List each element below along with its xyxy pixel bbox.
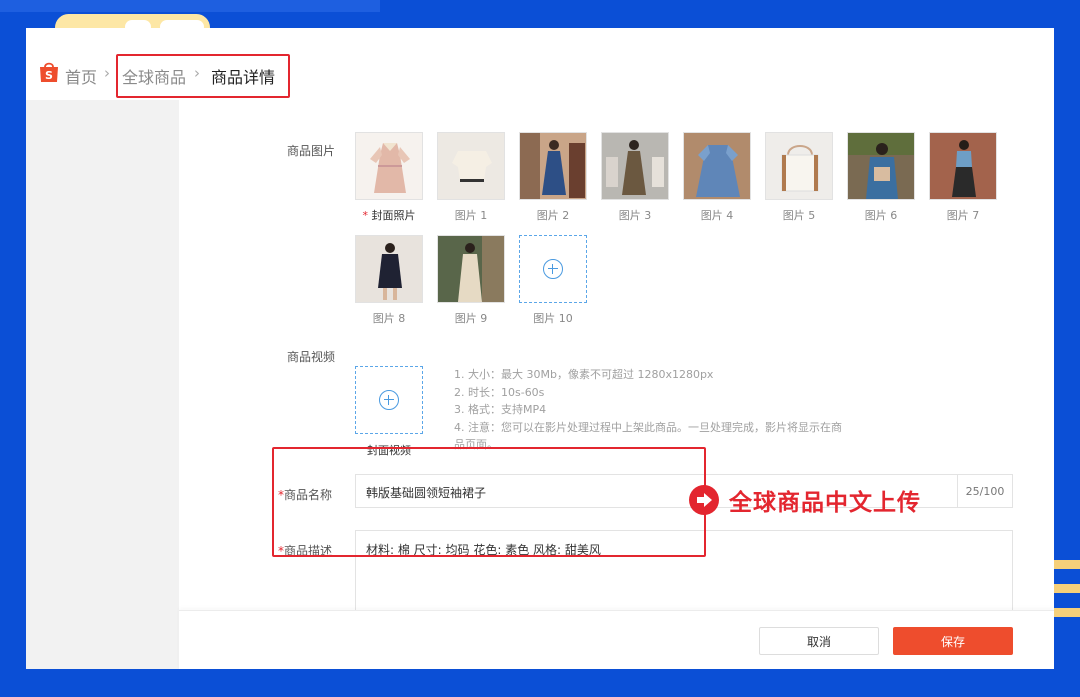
sidebar [26, 100, 179, 669]
cancel-button[interactable]: 取消 [759, 627, 879, 655]
footer-bar: 取消 保存 [179, 610, 1054, 669]
image-caption: 图片 4 [700, 209, 734, 222]
image-caption: 图片 5 [782, 209, 816, 222]
breadcrumb: S 首页 › 全球商品 › 商品详情 [26, 28, 1054, 100]
images-label: 商品图片 [287, 144, 336, 158]
product-image-cover[interactable] [355, 132, 423, 200]
plus-circle-icon [543, 259, 563, 279]
image-caption: 图片 9 [454, 312, 488, 325]
dress-photo-icon [356, 133, 422, 199]
highlight-box [116, 54, 290, 98]
plus-circle-icon [379, 390, 399, 410]
image-caption-text: 封面照片 [371, 209, 416, 222]
add-video-button[interactable] [355, 366, 423, 434]
required-mark: * [362, 209, 369, 222]
video-label: 商品视频 [287, 350, 336, 364]
model-photo-icon [602, 133, 668, 199]
product-image-7[interactable] [929, 132, 997, 200]
save-button[interactable]: 保存 [893, 627, 1013, 655]
product-image-3[interactable] [601, 132, 669, 200]
model-photo-icon [848, 133, 914, 199]
video-note-line: 4. 注意：您可以在影片处理过程中上架此商品。一旦处理完成，影片将显示在商 [454, 420, 842, 434]
model-photo-icon [356, 236, 422, 302]
video-note-line: 3. 格式：支持MP4 [454, 403, 547, 416]
decorative-stripe [1052, 584, 1080, 593]
chevron-right-icon: › [104, 64, 110, 82]
blouse-photo-icon [438, 133, 504, 199]
model-photo-icon [438, 236, 504, 302]
image-caption: 图片 2 [536, 209, 570, 222]
image-caption: 图片 6 [864, 209, 898, 222]
app-window: S 首页 › 全球商品 › 商品详情 商品图片 * 封面照片 图片 1 图片 2… [26, 28, 1054, 669]
product-image-1[interactable] [437, 132, 505, 200]
video-note-line: 2. 时长：10s-60s [454, 385, 545, 399]
highlight-box [272, 447, 706, 557]
product-image-6[interactable] [847, 132, 915, 200]
decorative-stripe [1052, 560, 1080, 569]
image-caption: 图片 1 [454, 209, 488, 222]
product-image-8[interactable] [355, 235, 423, 303]
image-caption: 图片 8 [372, 312, 406, 325]
image-caption: 图片 7 [946, 209, 980, 222]
video-note-line: 1. 大小：最大 30Mb，像素不可超过 1280x1280px [454, 368, 714, 381]
bag-photo-icon [766, 133, 832, 199]
frame-top-bar [0, 0, 380, 12]
product-image-2[interactable] [519, 132, 587, 200]
product-image-5[interactable] [765, 132, 833, 200]
add-image-button[interactable] [519, 235, 587, 303]
arrow-right-shape [697, 493, 712, 507]
video-notes: 1. 大小：最大 30Mb，像素不可超过 1280x1280px 2. 时长：1… [454, 366, 914, 454]
breadcrumb-home[interactable]: 首页 [65, 64, 97, 88]
image-caption: 图片 3 [618, 209, 652, 222]
product-image-9[interactable] [437, 235, 505, 303]
model-photo-icon [930, 133, 996, 199]
model-photo-icon [520, 133, 586, 199]
annotation-text: 全球商品中文上传 [729, 490, 921, 516]
dress-photo-icon [684, 133, 750, 199]
product-image-4[interactable] [683, 132, 751, 200]
arrow-right-icon [689, 485, 719, 515]
image-caption: * 封面照片 [349, 207, 429, 223]
svg-text:S: S [45, 69, 53, 82]
image-caption: 图片 10 [533, 312, 573, 325]
annotation-callout: 全球商品中文上传 [689, 483, 921, 517]
decorative-stripe [1052, 608, 1080, 617]
char-counter: 25/100 [957, 475, 1012, 507]
shopee-bag-icon: S [40, 62, 58, 82]
main-content: 商品图片 * 封面照片 图片 1 图片 2 图片 3 图片 4 图片 5 图片 … [179, 100, 1054, 669]
